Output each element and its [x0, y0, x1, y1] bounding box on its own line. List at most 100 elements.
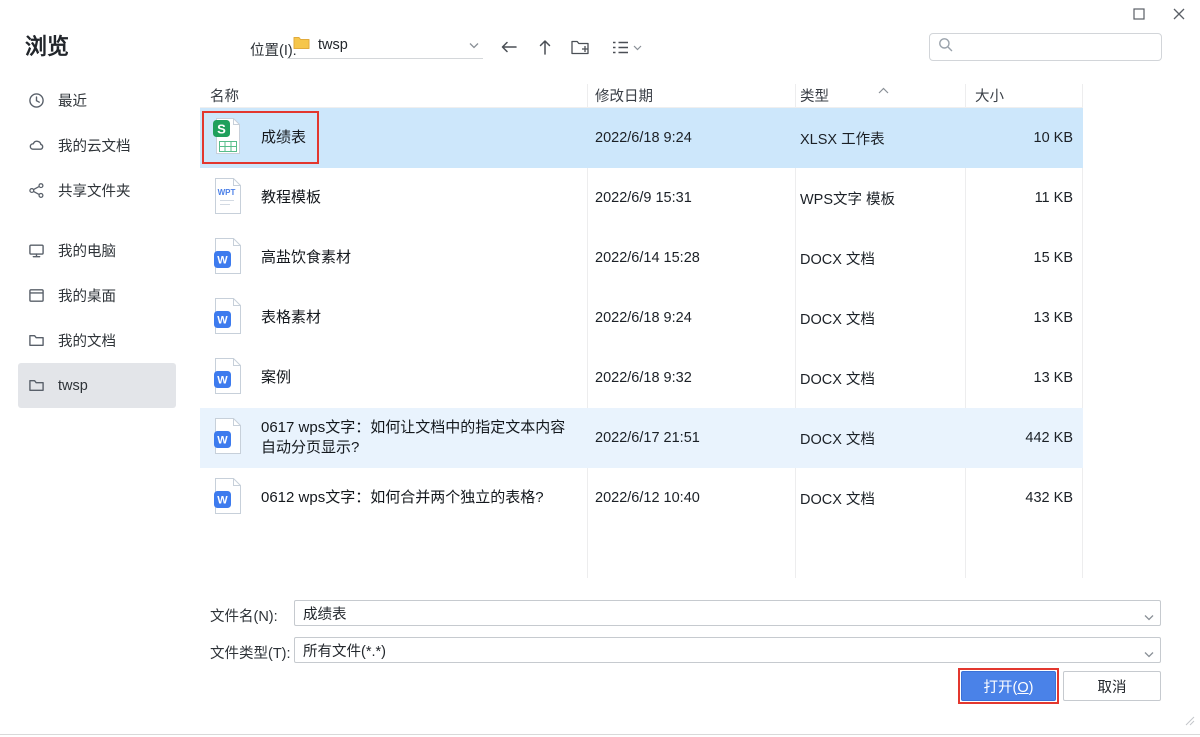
file-name: 案例 [261, 368, 292, 386]
file-name-cell: W 0612 wps文字：如何合并两个独立的表格? [200, 477, 587, 519]
file-type: DOCX 文档 [800, 431, 875, 448]
chevron-down-icon [469, 36, 479, 54]
open-button[interactable]: 打开(O) [961, 671, 1056, 701]
file-type: WPS文字 模板 [800, 191, 896, 208]
chevron-down-icon [1144, 645, 1154, 663]
docx-file-icon: W [212, 477, 242, 519]
file-size: 15 KB [1033, 250, 1074, 266]
svg-text:W: W [217, 375, 228, 387]
docx-file-icon: W [212, 417, 242, 459]
file-name: 0612 wps文字：如何合并两个独立的表格? [261, 488, 544, 506]
new-folder-button[interactable] [568, 35, 594, 59]
file-row[interactable]: W 0612 wps文字：如何合并两个独立的表格? 2022/6/12 10:40 D… [200, 468, 1083, 528]
file-name: 0617 wps文字：如何让文档中的指定文本内容自动分页显示? [261, 418, 566, 456]
filetype-combobox[interactable] [294, 637, 1161, 663]
column-header-date[interactable]: 修改日期 [587, 85, 795, 106]
filename-combobox[interactable] [294, 600, 1161, 626]
folder-icon [293, 35, 310, 55]
file-name: 教程模板 [261, 188, 322, 206]
filetype-input[interactable] [294, 637, 1161, 663]
resize-grip[interactable] [1185, 713, 1195, 731]
maximize-button[interactable] [1126, 2, 1152, 26]
sidebar: 最近我的云文档共享文件夹我的电脑我的桌面我的文档 twsp [18, 78, 176, 408]
chevron-down-icon [633, 38, 642, 56]
file-date: 2022/6/9 15:31 [595, 190, 692, 206]
file-size: 10 KB [1033, 130, 1074, 146]
clock-icon [28, 92, 45, 109]
xlsx-file-icon: S [212, 117, 242, 159]
sidebar-item-twsp[interactable]: twsp [18, 363, 176, 408]
location-combobox[interactable]: twsp [287, 32, 483, 59]
column-header-size[interactable]: 大小 [965, 85, 1083, 106]
file-size: 11 KB [1034, 190, 1073, 206]
docx-file-icon: W [212, 357, 242, 399]
sidebar-item-shared-folder[interactable]: 共享文件夹 [18, 168, 176, 213]
file-type: DOCX 文档 [800, 311, 875, 328]
search-icon [938, 37, 953, 57]
sidebar-item-label: 我的桌面 [58, 289, 116, 305]
sidebar-item-my-computer[interactable]: 我的电脑 [18, 228, 176, 273]
filename-label: 文件名(N): [210, 609, 278, 625]
file-list-body: S 成绩表 2022/6/18 9:24 XLSX 工作表 10 KB WPT 教程模板 20… [200, 108, 1083, 528]
file-list-header: 名称 修改日期 类型 大小 [200, 84, 1083, 108]
file-date: 2022/6/12 10:40 [595, 490, 700, 506]
file-row[interactable]: WPT 教程模板 2022/6/9 15:31 WPS文字 模板 11 KB [200, 168, 1083, 228]
file-name-cell: W 0617 wps文字：如何让文档中的指定文本内容自动分页显示? [200, 417, 587, 459]
share-icon [28, 182, 45, 199]
sidebar-item-my-desktop[interactable]: 我的桌面 [18, 273, 176, 318]
sidebar-item-cloud-docs[interactable]: 我的云文档 [18, 123, 176, 168]
filename-input[interactable] [294, 600, 1161, 626]
sidebar-item-label: twsp [58, 377, 88, 394]
wpt-file-icon: WPT [212, 177, 242, 219]
file-date: 2022/6/18 9:24 [595, 310, 692, 326]
file-row[interactable]: W 高盐饮食素材 2022/6/14 15:28 DOCX 文档 15 KB [200, 228, 1083, 288]
search-box[interactable] [929, 33, 1162, 61]
sidebar-item-label: 最近 [58, 94, 87, 110]
docx-file-icon: W [212, 237, 242, 279]
file-name: 高盐饮食素材 [261, 248, 352, 266]
folder-icon [28, 332, 45, 349]
file-date: 2022/6/14 15:28 [595, 250, 700, 266]
file-list: 名称 修改日期 类型 大小 S 成绩表 2022/6/18 9:24 XLSX 工作表… [200, 84, 1083, 578]
chevron-down-icon [1144, 608, 1154, 626]
file-name-cell: W 案例 [200, 357, 587, 399]
filetype-label: 文件类型(T): [210, 646, 291, 662]
file-row[interactable]: W 案例 2022/6/18 9:32 DOCX 文档 13 KB [200, 348, 1083, 408]
sort-ascending-icon[interactable] [878, 82, 889, 98]
docx-file-icon: W [212, 297, 242, 339]
file-type: DOCX 文档 [800, 491, 875, 508]
sidebar-item-label: 我的文档 [58, 334, 116, 350]
file-date: 2022/6/18 9:32 [595, 370, 692, 386]
file-type: DOCX 文档 [800, 251, 875, 268]
file-type: DOCX 文档 [800, 371, 875, 388]
file-name-cell: S 成绩表 [200, 117, 587, 159]
file-name-cell: W 表格素材 [200, 297, 587, 339]
column-header-name[interactable]: 名称 [200, 85, 587, 106]
cancel-button[interactable]: 取消 [1063, 671, 1161, 701]
view-options-button[interactable] [606, 35, 648, 59]
file-size: 13 KB [1033, 310, 1074, 326]
file-name: 表格素材 [261, 308, 322, 326]
file-row[interactable]: W 表格素材 2022/6/18 9:24 DOCX 文档 13 KB [200, 288, 1083, 348]
file-row[interactable]: W 0617 wps文字：如何让文档中的指定文本内容自动分页显示? 2022/6/1… [200, 408, 1083, 468]
file-size: 13 KB [1033, 370, 1074, 386]
file-date: 2022/6/17 21:51 [595, 430, 700, 446]
sidebar-item-my-documents[interactable]: 我的文档 [18, 318, 176, 363]
file-row[interactable]: S 成绩表 2022/6/18 9:24 XLSX 工作表 10 KB [200, 108, 1083, 168]
file-name-cell: W 高盐饮食素材 [200, 237, 587, 279]
close-button[interactable] [1166, 2, 1192, 26]
back-button[interactable] [496, 35, 522, 59]
file-size: 442 KB [1025, 430, 1073, 446]
page-title: 浏览 [25, 34, 70, 59]
file-name-cell: WPT 教程模板 [200, 177, 587, 219]
sidebar-item-label: 我的电脑 [58, 244, 116, 260]
sidebar-item-label: 共享文件夹 [58, 184, 131, 200]
up-button[interactable] [532, 35, 558, 59]
location-value: twsp [318, 37, 348, 53]
svg-text:W: W [217, 315, 228, 327]
file-size: 432 KB [1025, 490, 1073, 506]
sidebar-item-recent[interactable]: 最近 [18, 78, 176, 123]
window-controls [1126, 2, 1192, 26]
search-input[interactable] [959, 39, 1153, 55]
svg-text:W: W [217, 435, 228, 447]
